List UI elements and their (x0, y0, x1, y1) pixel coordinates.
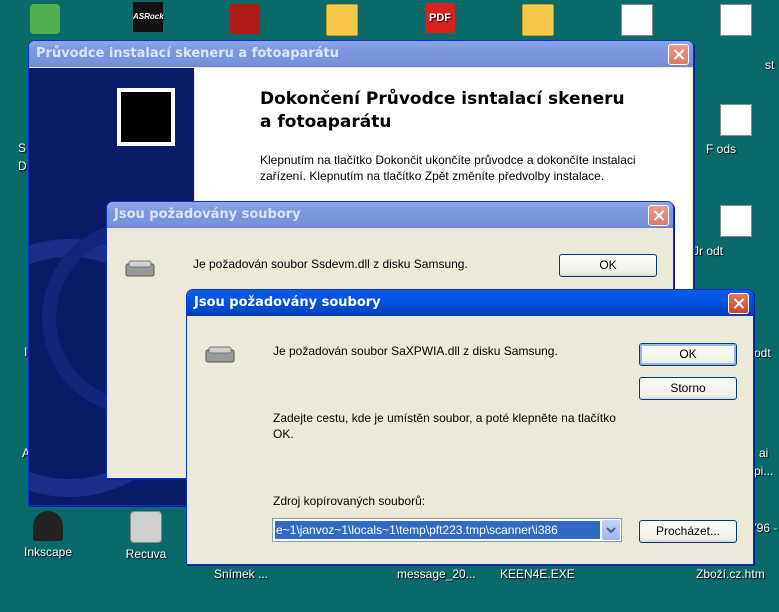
spreadsheet-icon[interactable] (696, 104, 776, 140)
desktop-label: F ods (706, 142, 737, 156)
disk-drive-icon (205, 346, 235, 363)
dialog1-title: Jsou požadovány soubory (114, 207, 301, 222)
disk-drive-icon (125, 260, 155, 277)
inkscape-icon[interactable]: Inkscape (8, 511, 88, 559)
close-icon[interactable] (728, 293, 749, 314)
desktop-label: Jr odt (693, 244, 724, 258)
desktop-label: pi... (754, 464, 774, 478)
adobe-reader-icon[interactable] (205, 4, 285, 38)
recuva-icon[interactable]: Recuva (106, 511, 186, 561)
source-path-combobox[interactable]: e~1\janvoz~1\locals~1\temp\pft223.tmp\sc… (272, 518, 622, 542)
dialog2-titlebar[interactable]: Jsou požadovány soubory (187, 290, 753, 316)
asrock-logo: ASRock (133, 2, 164, 32)
source-label: Zdroj kopírovaných souborů: (273, 494, 426, 508)
folder-icon[interactable] (302, 4, 382, 40)
desktop-label: ai (759, 446, 769, 460)
text-document-icon[interactable] (696, 205, 776, 241)
desktop-label: Snímek ... (214, 567, 269, 581)
folder-icon[interactable] (498, 4, 578, 40)
inkscape-label: Inkscape (23, 545, 73, 559)
wizard-body: Klepnutím na tlačítko Dokončit ukončíte … (260, 153, 636, 183)
desktop-label: I (24, 345, 28, 359)
desktop-label: Zboží.cz.htm (696, 567, 765, 581)
desktop-label: odt (754, 346, 771, 360)
text-document-icon[interactable] (696, 4, 776, 40)
dialog2-message: Je požadován soubor SaXPWIA.dll z disku … (273, 344, 558, 358)
desktop-label: KEEN4E.EXE (500, 567, 575, 581)
desktop-label: message_20... (397, 567, 476, 581)
chevron-down-icon[interactable] (602, 520, 620, 540)
wizard-heading: Dokončení Průvodce isntalací skeneru a f… (260, 89, 625, 132)
desktop-label: st (765, 58, 775, 72)
recuva-label: Recuva (125, 547, 167, 561)
ok-button[interactable]: OK (559, 254, 657, 277)
dialog2-instruction: Zadejte cestu, kde je umístěn soubor, a … (273, 411, 616, 441)
desktop-label: D (18, 159, 27, 173)
pdf-label: PDF (425, 3, 455, 33)
desktop-label: S (18, 141, 27, 155)
scanner-wizard-icon (117, 88, 175, 146)
recycle-bin-icon[interactable] (5, 4, 85, 38)
browse-button[interactable]: Procházet... (639, 520, 737, 543)
word-document-icon[interactable] (597, 4, 677, 40)
asrock-icon[interactable]: ASRock (108, 2, 188, 36)
pdf-file-icon[interactable]: PDF (400, 3, 480, 37)
cancel-button[interactable]: Storno (639, 377, 737, 400)
close-icon[interactable] (648, 205, 669, 226)
source-path-input[interactable]: e~1\janvoz~1\locals~1\temp\pft223.tmp\sc… (275, 521, 600, 539)
files-needed-dialog: Jsou požadovány soubory Je požadován sou… (186, 289, 754, 565)
close-icon[interactable] (668, 44, 689, 65)
ok-button[interactable]: OK (639, 343, 737, 366)
dialog1-message: Je požadován soubor Ssdevm.dll z disku S… (193, 257, 468, 271)
wizard-titlebar[interactable]: Průvodce instalací skeneru a fotoaparátu (29, 41, 693, 67)
dialog1-titlebar[interactable]: Jsou požadovány soubory (107, 202, 673, 228)
desktop-label: 796 - (750, 521, 778, 535)
dialog2-title: Jsou požadovány soubory (194, 295, 381, 310)
wizard-title: Průvodce instalací skeneru a fotoaparátu (36, 46, 339, 61)
